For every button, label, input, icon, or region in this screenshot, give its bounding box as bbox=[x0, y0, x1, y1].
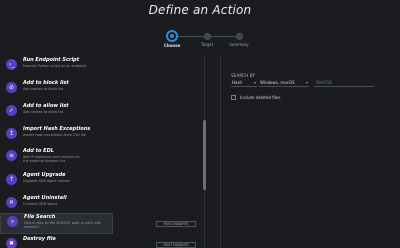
page-title: Define an Action bbox=[148, 3, 252, 17]
action-name: Add to allow list bbox=[23, 103, 69, 109]
action-item-agent-upgrade[interactable]: ↑ Agent Upgrade Upgrade XDR agent version bbox=[0, 172, 113, 190]
step-dot bbox=[235, 33, 243, 40]
action-item-import-hash-exceptions[interactable]: ↥ Import Hash Exceptions Import hash exce… bbox=[0, 126, 113, 144]
destroy-file-icon: ✖ bbox=[6, 238, 17, 248]
action-list: ›_ Run Endpoint Script Execute Python scr… bbox=[0, 55, 205, 248]
step-label: Summary bbox=[229, 42, 249, 47]
os-select[interactable]: Windows, macOS ▾ bbox=[259, 79, 309, 87]
action-name: File Search bbox=[24, 214, 56, 220]
action-desc: Execute Python script on an endpoint bbox=[23, 64, 87, 68]
step-choose[interactable]: Choose bbox=[152, 30, 192, 48]
chevron-down-icon: ▾ bbox=[253, 80, 256, 85]
chevron-down-icon: ▾ bbox=[305, 80, 308, 85]
edl-icon: ≡ bbox=[6, 150, 17, 161]
hash-input[interactable]: SHA256 bbox=[314, 79, 374, 87]
os-value: Windows, macOS bbox=[260, 80, 295, 85]
search-by-label: SEARCH BY bbox=[231, 73, 256, 78]
action-item-add-to-block-list[interactable]: ⊘ Add to block list Add hashes to block l… bbox=[0, 80, 113, 98]
action-item-file-search[interactable]: ⌕ File Search Search files by file SHA256… bbox=[0, 213, 113, 234]
action-desc: Import hash exceptions from CSV file bbox=[23, 133, 87, 137]
action-name: Add to block list bbox=[23, 80, 69, 86]
step-dot bbox=[166, 30, 178, 42]
search-type-select[interactable]: Hash ▾ bbox=[231, 79, 257, 87]
action-item-agent-uninstall[interactable]: ✕ Agent Uninstall Uninstall XDR agent bbox=[0, 195, 113, 213]
allow-list-icon: ✓ bbox=[6, 105, 17, 116]
step-summary[interactable]: Summary bbox=[219, 30, 259, 47]
action-desc: Add hashes to block list bbox=[23, 87, 64, 91]
scrollbar-thumb[interactable] bbox=[203, 120, 206, 190]
action-item-add-to-edl[interactable]: ≡ Add to EDL Add IP addresses and domains… bbox=[0, 148, 113, 166]
action-name: Run Endpoint Script bbox=[23, 57, 80, 63]
action-desc: Uninstall XDR agent bbox=[23, 202, 58, 206]
action-desc: Add hashes to allow list bbox=[23, 110, 64, 114]
host-insights-badge[interactable]: HOST INSIGHTS bbox=[156, 221, 196, 227]
action-name: Import Hash Exceptions bbox=[23, 126, 91, 132]
block-list-icon: ⊘ bbox=[6, 82, 17, 93]
hash-exception-icon: ↥ bbox=[6, 128, 17, 139]
action-item-destroy-file[interactable]: ✖ Destroy file bbox=[0, 236, 113, 248]
search-type-value: Hash bbox=[232, 80, 243, 85]
file-search-icon: ⌕ bbox=[7, 216, 18, 227]
action-name: Agent Uninstall bbox=[23, 195, 67, 201]
action-desc: Upgrade XDR agent version bbox=[23, 179, 71, 183]
action-name: Agent Upgrade bbox=[23, 172, 66, 178]
terminal-icon: ›_ bbox=[6, 59, 17, 70]
action-name: Destroy file bbox=[23, 236, 56, 242]
host-insights-badge[interactable]: HOST INSIGHTS bbox=[156, 242, 196, 248]
action-desc: Search files by file SHA256, path or pat… bbox=[24, 221, 102, 230]
action-item-run-endpoint-script[interactable]: ›_ Run Endpoint Script Execute Python scr… bbox=[0, 57, 113, 75]
step-label: Choose bbox=[163, 43, 181, 48]
wizard-stepper: Choose Target Summary bbox=[0, 30, 400, 50]
agent-uninstall-icon: ✕ bbox=[6, 197, 17, 208]
include-deleted-files-checkbox[interactable]: Include deleted files bbox=[231, 95, 280, 100]
agent-upgrade-icon: ↑ bbox=[6, 174, 17, 185]
action-item-add-to-allow-list[interactable]: ✓ Add to allow list Add hashes to allow l… bbox=[0, 103, 113, 121]
step-dot bbox=[203, 33, 211, 40]
action-config-panel: SEARCH BY Hash ▾ Windows, macOS ▾ SHA256… bbox=[220, 55, 400, 248]
action-desc: Add IP addresses and domains to the exte… bbox=[23, 155, 80, 164]
action-name: Add to EDL bbox=[23, 148, 54, 154]
checkbox-label: Include deleted files bbox=[240, 95, 281, 100]
checkbox-box[interactable] bbox=[231, 95, 236, 100]
